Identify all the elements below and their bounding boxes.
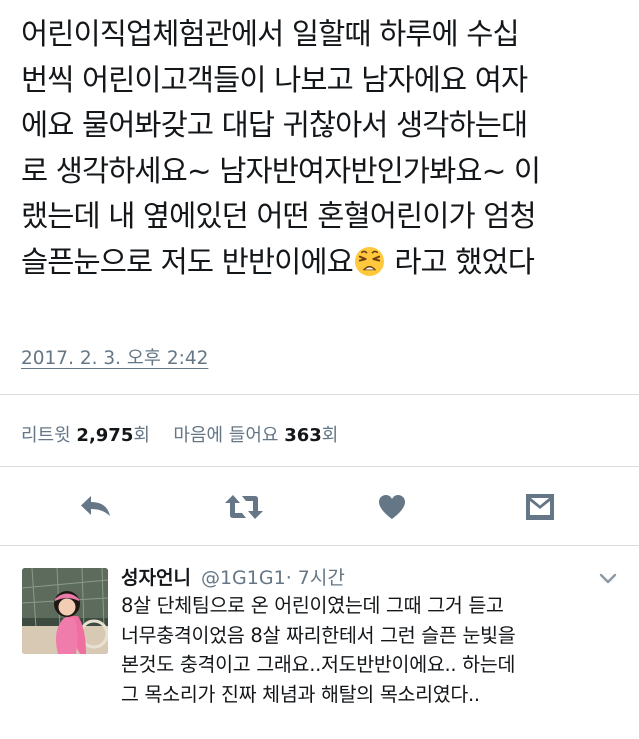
- author-name[interactable]: 성자언니: [121, 567, 191, 589]
- tweet-line: 로 생각하세요~ 남자반여자반인가봐요~ 이: [21, 153, 541, 188]
- like-label: 마음에 들어요: [173, 425, 279, 446]
- tweet-line-last: 슬픈눈으로 저도 반반이에요 라고 했었다: [21, 240, 626, 286]
- tweet-line-segment: 슬픈눈으로 저도 반반이에요: [21, 244, 354, 279]
- retweet-button[interactable]: [224, 487, 264, 527]
- retweet-label: 리트윗: [21, 425, 71, 446]
- chevron-down-icon[interactable]: [597, 568, 619, 590]
- retweet-count: 2,975: [76, 425, 134, 446]
- author-handle[interactable]: @1G1G1: [201, 567, 286, 589]
- reply-line: 그 목소리가 진짜 체념과 해탈의 목소리였다..: [121, 682, 480, 706]
- like-suffix: 회: [321, 425, 339, 446]
- retweet-stat[interactable]: 리트윗 2,975회: [21, 425, 156, 446]
- reply-button[interactable]: [76, 487, 116, 527]
- reply-line: 8살 단체팀으로 온 어린이였는데 그때 그거 듣고: [121, 594, 504, 617]
- tweet-line-segment: 라고 했었다: [385, 244, 535, 279]
- tweet-line: 랬는데 내 옆에있던 어떤 혼혈어린이가 엄청: [21, 199, 537, 233]
- divider: [0, 545, 639, 546]
- like-stat[interactable]: 마음에 들어요 363회: [173, 425, 338, 446]
- weary-face-emoji-icon: [354, 246, 384, 276]
- tweet-line: 어린이직업체험관에서 일할때 하루에 수십: [21, 17, 520, 51]
- tweet-stats: 리트윗 2,975회 마음에 들어요 363회: [21, 421, 338, 447]
- tweet-text: 어린이직업체험관에서 일할때 하루에 수십 번씩 어린이고객들이 나보고 남자에…: [21, 12, 626, 285]
- tweet-line: 에요 물어봐갖고 대답 귀찮아서 생각하는대: [21, 108, 528, 142]
- tweet-actions: [0, 487, 639, 527]
- reply-line: 본것도 충격이고 그래요..저도반반이에요.. 하는데: [121, 653, 516, 676]
- divider: [0, 394, 639, 395]
- retweet-icon: [225, 495, 263, 519]
- reply-time[interactable]: · 7시간: [286, 567, 345, 589]
- reply-tweet[interactable]: 성자언니 @1G1G1· 7시간 8살 단체팀으로 온 어린이였는데 그때 그거…: [0, 548, 639, 739]
- avatar[interactable]: [22, 568, 108, 654]
- reply-icon: [81, 496, 110, 516]
- message-button[interactable]: [520, 487, 560, 527]
- heart-icon: [379, 495, 405, 519]
- tweet-timestamp[interactable]: 2017. 2. 3. 오후 2:42: [21, 344, 208, 370]
- tweet-line: 번씩 어린이고객들이 나보고 남자에요 여자: [21, 62, 528, 97]
- message-icon: [526, 494, 554, 520]
- reply-text: 8살 단체팀으로 온 어린이였는데 그때 그거 듣고 너무충격이었음 8살 짜리…: [121, 591, 621, 709]
- reply-line: 너무충격이었음 8살 짜리한테서 그런 슬픈 눈빛을: [121, 623, 516, 647]
- retweet-suffix: 회: [133, 425, 150, 446]
- like-button[interactable]: [372, 487, 412, 527]
- reply-author: 성자언니 @1G1G1· 7시간: [121, 563, 345, 590]
- divider: [0, 466, 639, 467]
- like-count: 363: [284, 425, 322, 446]
